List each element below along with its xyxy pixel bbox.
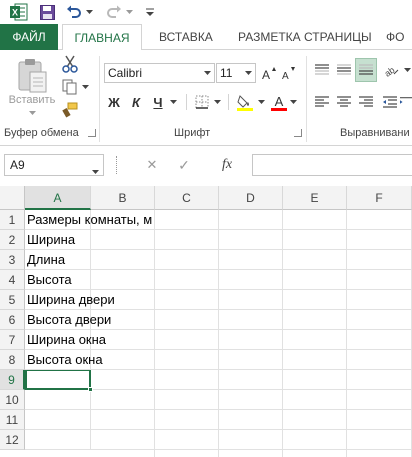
toolbar-separator [186,94,187,110]
chevron-down-icon[interactable] [92,163,99,177]
chevron-down-icon[interactable] [201,64,214,82]
enter-icon[interactable]: ✓ [172,154,196,176]
font-size-combo[interactable]: 11 [216,63,256,83]
worksheet-grid: A B C D E F 1 2 3 4 5 6 7 8 9 10 11 12 Р… [0,186,412,457]
paste-button[interactable] [8,54,56,98]
decrease-font-size-icon[interactable]: A [280,63,298,83]
clipboard-launcher-icon[interactable] [88,129,96,137]
copy-icon[interactable] [60,77,80,97]
cell-a7[interactable]: Ширина окна [25,330,106,350]
redo-icon[interactable] [104,2,124,22]
ribbon-tab-bar: ФАЙЛ ГЛАВНАЯ ВСТАВКА РАЗМЕТКА СТРАНИЦЫ Ф… [0,24,412,51]
format-painter-icon[interactable] [60,100,80,120]
svg-text:A: A [282,71,289,80]
borders-dropdown-icon[interactable] [212,97,222,107]
tab-formulas[interactable]: ФО [386,24,404,50]
align-left-icon[interactable] [312,92,332,112]
borders-icon[interactable] [192,92,212,112]
font-size-value: 11 [220,66,233,80]
svg-text:X: X [12,8,18,18]
copy-dropdown-icon[interactable] [80,82,90,92]
paste-dropdown-icon[interactable] [26,108,38,118]
font-group-label: Шрифт [174,127,211,139]
tab-file[interactable]: ФАЙЛ [0,24,58,50]
formula-bar-grip[interactable] [116,156,118,174]
underline-dropdown-icon[interactable] [168,97,178,107]
group-divider [99,56,100,142]
customize-qat-icon[interactable] [144,2,156,22]
formula-bar: A9 ✕ ✓ fx [0,146,412,186]
excel-logo-icon: X [8,2,30,22]
redo-dropdown-icon[interactable] [124,2,134,22]
bold-button[interactable]: Ж [104,92,124,112]
font-launcher-icon[interactable] [294,129,302,137]
cut-icon[interactable] [60,54,80,74]
font-color-icon[interactable]: A [268,91,290,113]
excel-window: X ФАЙЛ ГЛАВНАЯ ВСТАВКА РАЗМЕТКА СТРАНИЦЫ… [0,0,412,457]
clipboard-group-label: Буфер обмена [4,127,79,139]
align-top-icon[interactable] [312,60,332,80]
underline-button[interactable]: Ч [148,92,168,112]
font-name-value: Calibri [108,66,143,80]
cancel-icon[interactable]: ✕ [140,154,164,176]
save-icon[interactable] [36,2,58,22]
fill-color-dropdown-icon[interactable] [256,97,266,107]
align-middle-icon[interactable] [334,60,354,80]
chevron-down-icon[interactable] [242,64,255,82]
font-name-combo[interactable]: Calibri [104,63,215,83]
svg-text:ab: ab [383,65,397,77]
formula-input[interactable] [252,154,412,176]
ribbon-home: Вставить Буфер обмена Calibri 11 A A Ж К… [0,50,412,146]
active-cell-selection[interactable] [25,369,93,392]
cell-a6[interactable]: Высота двери [25,310,111,330]
increase-indent-icon[interactable] [400,92,412,112]
undo-dropdown-icon[interactable] [84,2,94,22]
align-bottom-icon[interactable] [355,58,377,82]
align-center-icon[interactable] [334,92,354,112]
tab-page-layout[interactable]: РАЗМЕТКА СТРАНИЦЫ [238,24,372,50]
svg-text:A: A [275,94,284,109]
name-box-value: A9 [10,158,25,172]
decrease-indent-icon[interactable] [380,92,400,112]
tab-insert[interactable]: ВСТАВКА [159,24,213,50]
increase-font-size-icon[interactable]: A [260,63,278,83]
cell-a8[interactable]: Высота окна [25,350,103,370]
name-box[interactable]: A9 [4,154,104,176]
fill-handle[interactable] [88,387,93,392]
cell-a1[interactable]: Размеры комнаты, м [25,210,152,230]
orientation-icon[interactable]: ab [380,60,402,80]
cell-a5[interactable]: Ширина двери [25,290,115,310]
italic-button[interactable]: К [126,92,146,112]
fill-color-icon[interactable] [234,91,256,113]
undo-icon[interactable] [64,2,84,22]
group-divider [306,56,307,142]
paste-label[interactable]: Вставить [8,94,56,106]
font-color-dropdown-icon[interactable] [288,97,298,107]
align-right-icon[interactable] [356,92,376,112]
tab-home[interactable]: ГЛАВНАЯ [62,24,142,51]
quick-access-toolbar: X [0,0,412,24]
svg-text:A: A [262,68,270,80]
toolbar-separator [228,94,229,110]
alignment-group-label: Выравнивани [340,127,410,139]
insert-function-icon[interactable]: fx [212,154,242,176]
orientation-dropdown-icon[interactable] [402,65,412,75]
